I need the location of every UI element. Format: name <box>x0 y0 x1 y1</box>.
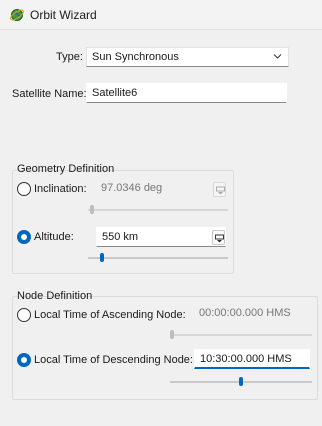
chevron-down-icon <box>273 54 282 59</box>
altitude-spin-button[interactable] <box>212 230 225 245</box>
type-dropdown-value: Sun Synchronous <box>92 51 179 63</box>
descending-node-slider-thumb[interactable] <box>239 377 243 386</box>
satellite-name-input[interactable]: Satellite6 <box>86 83 287 103</box>
ascending-node-radio[interactable] <box>17 308 31 322</box>
window-title: Orbit Wizard <box>30 8 97 22</box>
inclination-label: Inclination: <box>34 183 87 195</box>
ascending-node-input[interactable]: 00:00:00.000 HMS <box>194 304 312 324</box>
altitude-input[interactable]: 550 km <box>96 227 226 247</box>
altitude-slider[interactable] <box>88 257 228 259</box>
type-label: Type: <box>56 51 83 63</box>
inclination-slider[interactable] <box>88 209 228 211</box>
inclination-input[interactable]: 97.0346 deg <box>96 179 208 199</box>
inclination-slider-thumb[interactable] <box>90 205 94 214</box>
inclination-radio[interactable] <box>17 182 31 196</box>
inclination-spin-button[interactable] <box>213 182 226 197</box>
ascending-node-slider[interactable] <box>170 334 312 336</box>
descending-node-label: Local Time of Descending Node: <box>34 354 193 366</box>
geometry-definition-title: Geometry Definition <box>17 163 115 175</box>
descending-node-radio[interactable] <box>17 353 31 367</box>
title-bar: Orbit Wizard <box>0 0 322 30</box>
spin-arrows-icon <box>215 234 224 243</box>
node-definition-title: Node Definition <box>17 290 93 302</box>
spin-arrows-icon <box>216 186 225 195</box>
ascending-node-slider-thumb[interactable] <box>170 330 174 339</box>
ascending-node-label: Local Time of Ascending Node: <box>34 309 186 321</box>
altitude-radio[interactable] <box>17 230 31 244</box>
descending-node-input[interactable]: 10:30:00.000 HMS <box>194 349 310 369</box>
satellite-name-label: Satellite Name: <box>12 88 87 100</box>
altitude-slider-thumb[interactable] <box>100 253 104 262</box>
altitude-label: Altitude: <box>34 231 74 243</box>
type-dropdown[interactable]: Sun Synchronous <box>86 47 289 67</box>
globe-orbit-icon <box>10 9 24 21</box>
